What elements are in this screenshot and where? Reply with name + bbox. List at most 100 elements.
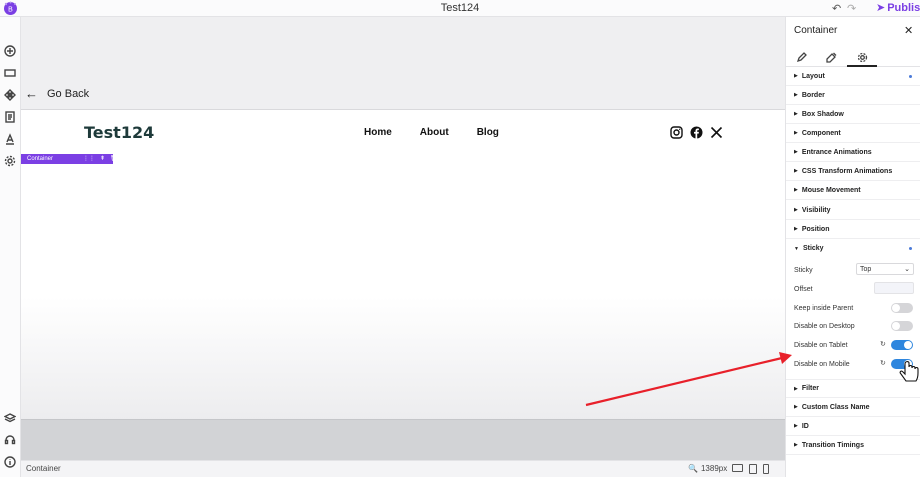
offset-row: Offset — [794, 282, 916, 296]
selected-element-badge[interactable]: Container ⋮⋮ ⇞ 🗑 — [21, 154, 118, 164]
section-label: Sticky — [802, 245, 824, 252]
section-mouse-movement[interactable]: ▶ Mouse Movement — [786, 181, 920, 200]
panel-tabs — [786, 47, 920, 67]
caret-right-icon: ▶ — [794, 73, 798, 79]
caret-right-icon: ▶ — [794, 130, 798, 136]
settings-icon[interactable] — [3, 154, 17, 168]
section-label: Position — [801, 225, 830, 233]
canvas-top-area — [21, 17, 785, 109]
section-box-shadow[interactable]: ▶ Box Shadow — [786, 105, 920, 124]
caret-right-icon: ▶ — [794, 92, 798, 98]
disable-tablet-label: Disable on Tablet — [794, 341, 848, 349]
go-back-label: Go Back — [47, 87, 90, 100]
section-label: Entrance Animations — [801, 148, 872, 156]
keep-inside-label: Keep inside Parent — [794, 304, 854, 312]
go-back-button[interactable]: ← Go Back — [25, 86, 89, 101]
section-label: Transition Timings — [801, 441, 864, 449]
add-icon[interactable] — [3, 44, 17, 58]
facebook-icon[interactable] — [689, 125, 703, 139]
site-nav: Home About Blog — [364, 127, 499, 138]
reset-icon[interactable]: ↻ — [880, 340, 886, 348]
section-label: Mouse Movement — [801, 186, 861, 194]
caret-right-icon: ▶ — [794, 442, 798, 448]
caret-right-icon: ▶ — [794, 187, 798, 193]
collapse-icon[interactable]: ⇞ — [100, 155, 105, 162]
section-label: Filter — [801, 385, 819, 392]
section-custom-class-name[interactable]: ▶ Custom Class Name — [786, 398, 920, 417]
disable-desktop-toggle[interactable] — [891, 321, 913, 331]
drag-handle-icon[interactable]: ⋮⋮ — [83, 155, 95, 162]
caret-right-icon: ▶ — [794, 111, 798, 117]
typography-icon[interactable] — [3, 132, 17, 146]
mobile-icon[interactable] — [763, 464, 769, 474]
section-label: Component — [801, 129, 841, 137]
arrow-left-icon: ← — [25, 86, 38, 101]
section-label: Visibility — [801, 206, 831, 214]
section-layout[interactable]: ▶ Layout — [786, 67, 920, 86]
caret-right-icon: ▶ — [794, 207, 798, 213]
site-header[interactable]: Test124 Home About Blog — [21, 109, 785, 153]
redo-icon[interactable]: ↷ — [847, 2, 856, 15]
section-position[interactable]: ▶ Position — [786, 220, 920, 239]
instagram-icon[interactable] — [669, 125, 683, 139]
site-logo[interactable]: Test124 — [84, 123, 154, 142]
section-border[interactable]: ▶ Border — [786, 86, 920, 105]
style-icon[interactable] — [794, 50, 808, 64]
disable-mobile-label: Disable on Mobile — [794, 360, 850, 368]
disable-tablet-toggle[interactable] — [891, 340, 913, 350]
section-label: ID — [801, 422, 809, 430]
disable-desktop-row: Disable on Desktop — [794, 319, 916, 333]
section-filter[interactable]: ▶ Filter — [786, 379, 920, 398]
properties-panel: Container ✕ ▶ Layout ▶ Border ▶ Box Shad… — [785, 17, 920, 477]
section-label: Custom Class Name — [801, 403, 870, 411]
sticky-select[interactable]: Top ⌄ — [856, 263, 914, 275]
caret-right-icon: ▶ — [794, 226, 798, 232]
section-transition-timings[interactable]: ▶ Transition Timings — [786, 436, 920, 455]
support-icon[interactable] — [3, 433, 17, 447]
info-icon[interactable] — [3, 455, 17, 469]
caret-right-icon: ▶ — [794, 423, 798, 429]
caret-right-icon: ▶ — [794, 149, 798, 155]
components-icon[interactable] — [3, 88, 17, 102]
x-icon[interactable] — [709, 125, 723, 139]
zoom-readout[interactable]: 🔍 1389px — [688, 464, 727, 473]
pages-icon[interactable] — [3, 110, 17, 124]
keep-inside-toggle[interactable] — [891, 303, 913, 313]
sticky-select-value: Top — [860, 265, 872, 273]
editor-canvas[interactable]: ← Go Back Test124 Home About Blog Contai… — [21, 17, 785, 460]
trash-icon[interactable]: 🗑 — [110, 155, 118, 162]
device-switcher — [732, 464, 769, 474]
section-css-transform-animations[interactable]: ▶ CSS Transform Animations — [786, 162, 920, 181]
nav-item-blog[interactable]: Blog — [477, 127, 499, 138]
desktop-icon[interactable] — [732, 464, 743, 472]
section-icon[interactable] — [3, 66, 17, 80]
section-label: CSS Transform Animations — [801, 167, 893, 175]
status-breadcrumb[interactable]: Container — [26, 464, 61, 473]
reset-icon[interactable]: ↻ — [880, 359, 886, 367]
disable-mobile-toggle[interactable] — [891, 359, 913, 369]
tablet-icon[interactable] — [749, 464, 757, 474]
section-id[interactable]: ▶ ID — [786, 417, 920, 436]
top-bar: B Test124 ↶ ↷ ➤ Publish — [0, 0, 920, 17]
offset-input[interactable] — [874, 282, 914, 294]
section-visibility[interactable]: ▶ Visibility — [786, 201, 920, 220]
section-sticky[interactable]: ▼ Sticky — [786, 239, 920, 258]
disable-tablet-row: Disable on Tablet ↻ — [794, 338, 916, 352]
modified-indicator — [909, 75, 912, 78]
section-component[interactable]: ▶ Component — [786, 124, 920, 143]
design-icon[interactable] — [824, 50, 838, 64]
settings-icon[interactable] — [855, 50, 869, 64]
section-label: Border — [801, 91, 825, 99]
nav-item-about[interactable]: About — [420, 127, 449, 138]
social-icons — [669, 125, 723, 139]
close-icon[interactable]: ✕ — [904, 24, 913, 37]
keep-inside-row: Keep inside Parent — [794, 301, 916, 315]
nav-item-home[interactable]: Home — [364, 127, 392, 138]
publish-button[interactable]: ➤ Publish — [876, 1, 920, 15]
undo-icon[interactable]: ↶ — [832, 2, 841, 15]
layers-icon[interactable] — [3, 411, 17, 425]
publish-icon: ➤ — [876, 2, 886, 14]
section-entrance-animations[interactable]: ▶ Entrance Animations — [786, 143, 920, 162]
section-label: Box Shadow — [801, 110, 844, 118]
chevron-down-icon: ⌄ — [904, 266, 910, 273]
